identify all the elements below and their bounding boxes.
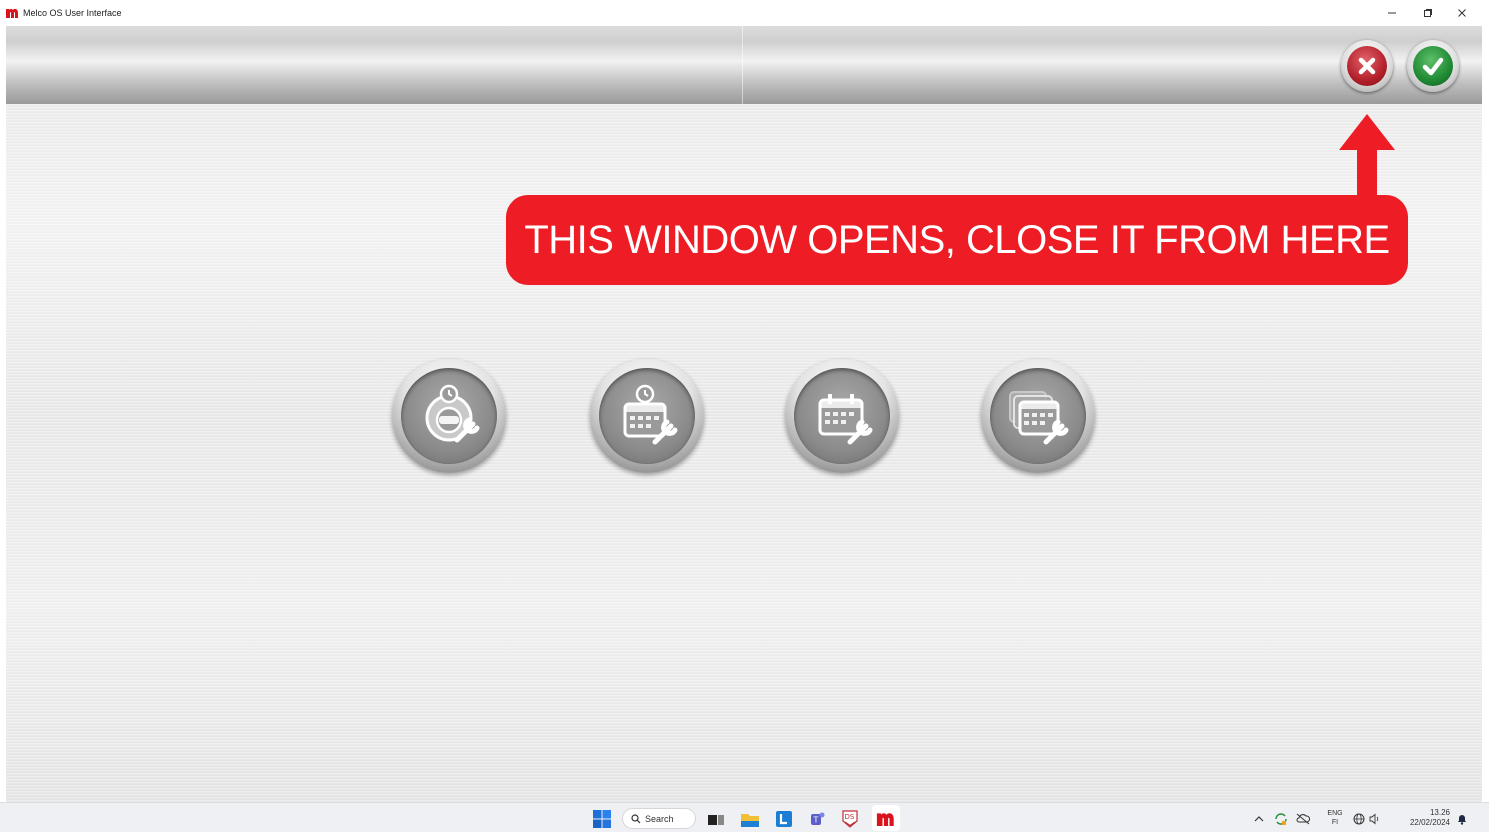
calendar-maintenance-alarm-icon <box>623 384 678 445</box>
windows-start-icon[interactable] <box>593 810 611 828</box>
chevron-up-icon[interactable] <box>1252 812 1266 826</box>
cancel-button[interactable] <box>1341 40 1393 92</box>
teams-icon[interactable]: T <box>807 810 825 828</box>
scheduled-maintenance-alarm-button[interactable] <box>590 359 704 473</box>
melco-logo-icon <box>6 7 19 19</box>
cancel-x-icon <box>1347 46 1387 86</box>
task-view-icon[interactable] <box>707 810 725 828</box>
volume-icon[interactable] <box>1368 812 1382 826</box>
calendar-maintenance-button[interactable] <box>785 359 899 473</box>
calendar-maintenance-icon <box>818 394 873 445</box>
windows-taskbar: Search T DS ENG FI 13.26 22/02/2024 <box>0 802 1489 832</box>
l-app-icon[interactable] <box>775 810 793 828</box>
svg-text:T: T <box>813 816 819 825</box>
minimize-icon <box>1388 12 1396 14</box>
cloud-off-icon[interactable] <box>1296 812 1310 826</box>
clock-time: 13.26 <box>1429 808 1450 817</box>
minimize-button[interactable] <box>1382 4 1402 22</box>
machine-maintenance-alarm-icon <box>425 384 480 443</box>
melco-taskbar-icon[interactable] <box>875 810 897 828</box>
screen: Melco OS User Interface THIS WINDOW OPEN… <box>0 0 1489 832</box>
language-code: ENG <box>1327 810 1343 817</box>
search-label: Search <box>645 813 674 824</box>
keyboard-layout-code: FI <box>1331 819 1339 826</box>
ds-app-icon[interactable]: DS <box>841 810 859 828</box>
toolbar-divider <box>742 26 743 104</box>
app-main-area: THIS WINDOW OPENS, CLOSE IT FROM HERE <box>6 26 1482 802</box>
system-tray: ENG FI 13.26 22/02/2024 <box>1248 803 1489 832</box>
close-icon <box>1458 9 1466 17</box>
restore-icon <box>1424 9 1432 17</box>
window-title: Melco OS User Interface <box>23 8 122 18</box>
notification-bell-icon[interactable] <box>1455 812 1469 826</box>
window-titlebar: Melco OS User Interface <box>0 0 1489 26</box>
svg-text:DS: DS <box>845 813 855 821</box>
annotation-callout: THIS WINDOW OPENS, CLOSE IT FROM HERE <box>506 195 1408 285</box>
ok-button[interactable] <box>1407 40 1459 92</box>
check-icon <box>1413 46 1453 86</box>
multi-calendar-maintenance-button[interactable] <box>981 359 1095 473</box>
file-explorer-icon[interactable] <box>741 810 759 828</box>
sync-icon[interactable] <box>1274 812 1288 826</box>
search-icon <box>631 813 641 823</box>
machine-maintenance-button[interactable] <box>392 359 506 473</box>
clock-date: 22/02/2024 <box>1409 818 1450 827</box>
close-window-button[interactable] <box>1452 4 1472 22</box>
annotation-text: THIS WINDOW OPENS, CLOSE IT FROM HERE <box>524 217 1390 262</box>
restore-button[interactable] <box>1418 4 1438 22</box>
taskbar-search-box[interactable]: Search <box>622 808 696 829</box>
multi-calendar-maintenance-icon <box>1009 391 1069 445</box>
network-globe-icon[interactable] <box>1352 812 1366 826</box>
language-indicator[interactable]: ENG FI <box>1324 809 1346 827</box>
top-toolbar <box>6 26 1482 104</box>
clock[interactable]: 13.26 22/02/2024 <box>1394 808 1450 828</box>
